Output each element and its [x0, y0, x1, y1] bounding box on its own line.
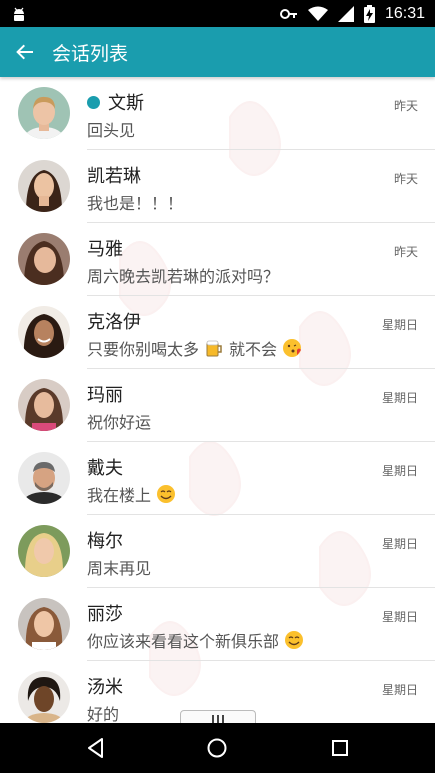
conversation-list[interactable]: 文斯 回头见 昨天 凯若琳 我也是！！！ 昨天 马雅 周六晚去凯若琳的派对吗？ …: [0, 77, 435, 723]
message-time: 星期日: [381, 537, 418, 551]
conversation-row[interactable]: 克洛伊 只要你别喝太多 就不会 星期日: [0, 296, 435, 369]
conversation-row[interactable]: 马雅 周六晚去凯若琳的派对吗？ 昨天: [0, 223, 435, 296]
last-message: 你应该来看看这个新俱乐部: [87, 628, 309, 652]
message-time: 昨天: [393, 245, 418, 259]
avatar[interactable]: [18, 306, 70, 358]
smiling-face-emoji: [285, 631, 304, 649]
contact-name: 凯若琳: [87, 166, 141, 187]
blowing-kiss-emoji: [283, 339, 302, 357]
conversation-row[interactable]: 梅尔 周末再见 星期日: [0, 515, 435, 588]
message-time: 昨天: [393, 172, 418, 186]
last-message: 祝你好运: [87, 413, 152, 432]
message-time: 星期日: [381, 391, 418, 405]
message-time: 星期日: [381, 464, 418, 478]
back-triangle-icon[interactable]: [84, 736, 108, 760]
last-message: 我在楼上: [87, 482, 181, 506]
last-message: 周六晚去凯若琳的派对吗？: [87, 267, 280, 286]
status-time: 16:31: [384, 4, 425, 22]
battery-charging-icon: [363, 4, 375, 23]
avatar[interactable]: [18, 671, 70, 723]
contact-name: 丽莎: [87, 604, 123, 625]
contact-name: 汤米: [87, 677, 123, 698]
contact-name: 梅尔: [87, 531, 123, 552]
recent-apps-square-icon[interactable]: [328, 736, 352, 760]
contact-name: 克洛伊: [87, 312, 141, 333]
last-message: 周末再见: [87, 559, 152, 578]
key-icon: [279, 8, 297, 19]
avatar[interactable]: [18, 525, 70, 577]
message-time: 星期日: [381, 683, 418, 697]
avatar[interactable]: [18, 233, 70, 285]
back-button[interactable]: [0, 27, 50, 77]
avatar[interactable]: [18, 160, 70, 212]
arrow-back-icon: [16, 44, 33, 60]
conversation-row[interactable]: 凯若琳 我也是！！！ 昨天: [0, 150, 435, 223]
conversation-row[interactable]: 文斯 回头见 昨天: [0, 77, 435, 150]
last-message: 只要你别喝太多 就不会: [87, 336, 307, 360]
avatar[interactable]: [18, 87, 70, 139]
online-status-dot: [87, 95, 100, 109]
message-time: 星期日: [381, 610, 418, 624]
conversation-row[interactable]: 丽莎 你应该来看看这个新俱乐部 星期日: [0, 588, 435, 661]
page-title: 会话列表: [52, 42, 129, 65]
last-message: 我也是！！！: [87, 194, 184, 213]
conversation-row[interactable]: 戴夫 我在楼上 星期日: [0, 442, 435, 515]
contact-name: 文斯: [87, 89, 144, 115]
wifi-icon: [307, 6, 328, 21]
app-bar: 会话列表: [0, 27, 435, 77]
contact-name: 戴夫: [87, 458, 123, 479]
contact-name: 玛丽: [87, 385, 123, 406]
avatar[interactable]: [18, 598, 70, 650]
message-time: 星期日: [381, 318, 418, 332]
last-message: 好的: [87, 705, 120, 723]
cellular-signal-icon: [337, 5, 354, 22]
beer-mug-emoji: [206, 340, 222, 357]
contact-name: 马雅: [87, 239, 123, 260]
smiling-face-emoji: [157, 485, 176, 503]
last-message: 回头见: [87, 121, 136, 140]
avatar[interactable]: [18, 379, 70, 431]
avatar[interactable]: [18, 452, 70, 504]
scroll-handle[interactable]: [180, 710, 256, 723]
home-circle-icon[interactable]: [205, 736, 229, 760]
android-notification-icon: [14, 7, 24, 21]
message-time: 昨天: [393, 99, 418, 113]
conversation-row[interactable]: 玛丽 祝你好运 星期日: [0, 369, 435, 442]
system-navigation-bar: [0, 723, 435, 773]
status-bar: 16:31: [0, 0, 435, 27]
